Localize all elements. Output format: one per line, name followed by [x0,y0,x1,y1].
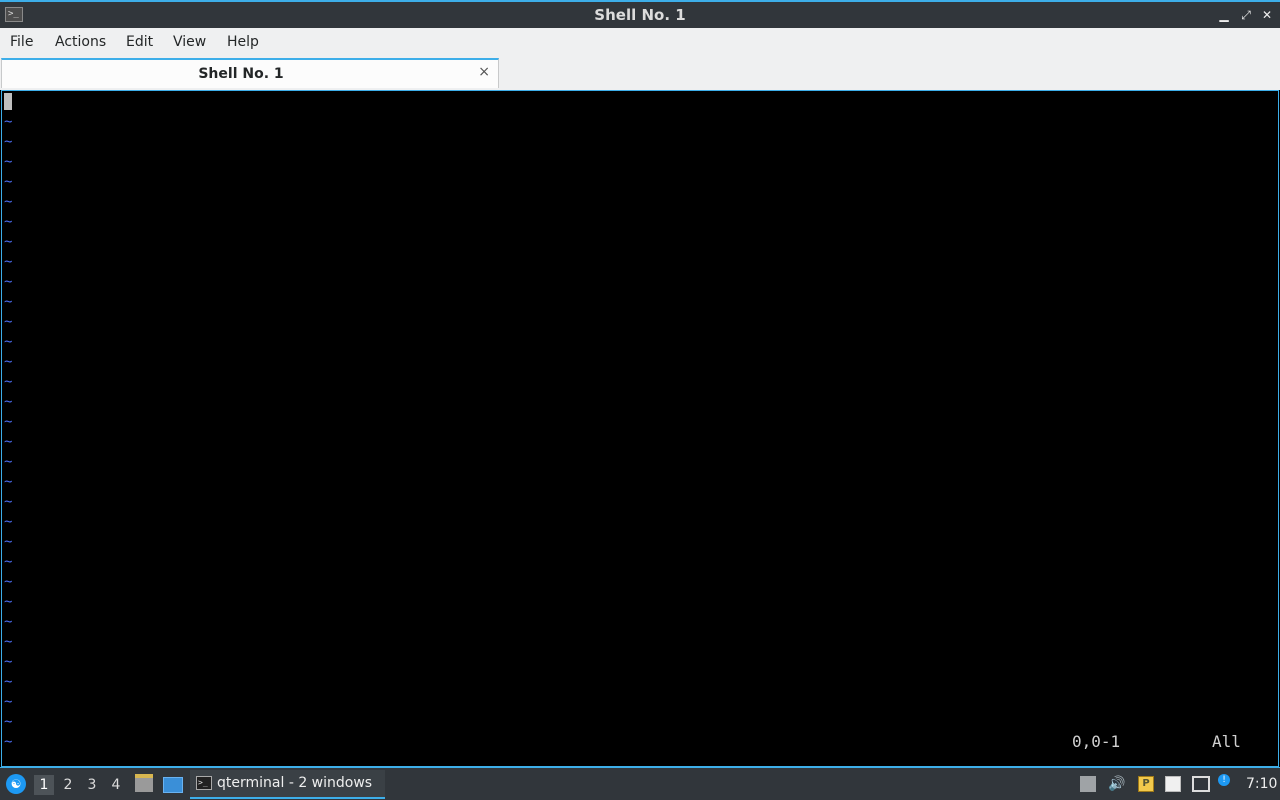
menu-bar: File Actions Edit View Help [0,28,1280,56]
scroll-indicator: All [1212,732,1241,751]
menu-edit[interactable]: Edit [126,34,153,50]
menu-help[interactable]: Help [227,34,259,50]
clipboard-icon[interactable]: P [1138,776,1154,792]
tilde-line: ~ [4,634,13,650]
notification-icon[interactable]: ! [1218,774,1230,786]
tilde-line: ~ [4,514,13,530]
tilde-line: ~ [4,294,13,310]
tilde-line: ~ [4,234,13,250]
tilde-line: ~ [4,654,13,670]
menu-view[interactable]: View [173,34,206,50]
tab-bar: Shell No. 1 × [0,56,1280,90]
tilde-line: ~ [4,134,13,150]
empty-line-markers: ~ ~ ~ ~ ~ ~ ~ ~ ~ ~ ~ ~ ~ ~ ~ ~ ~ ~ ~ ~ ~ ~ ~ ~ ~ ~ ~ ~ ~ ~ ~ ~ [4,112,18,752]
tilde-line: ~ [4,714,13,730]
tilde-line: ~ [4,374,13,390]
tilde-line: ~ [4,114,13,130]
taskbar-task-qterminal[interactable]: >_ qterminal - 2 windows [190,770,385,799]
task-label: qterminal - 2 windows [217,775,373,791]
minimize-button[interactable]: ▁ [1216,7,1232,23]
window-title: Shell No. 1 [594,6,686,24]
tilde-line: ~ [4,694,13,710]
tab-shell-1[interactable]: Shell No. 1 × [1,58,499,88]
tilde-line: ~ [4,394,13,410]
tilde-line: ~ [4,674,13,690]
tilde-line: ~ [4,554,13,570]
terminal-task-icon: >_ [196,776,212,790]
keyboard-icon[interactable] [1080,776,1096,792]
tilde-line: ~ [4,434,13,450]
tilde-line: ~ [4,274,13,290]
volume-icon[interactable]: 🔊 [1108,776,1125,792]
menu-actions[interactable]: Actions [55,34,106,50]
tilde-line: ~ [4,214,13,230]
workspace-4[interactable]: 4 [106,775,126,795]
tilde-line: ~ [4,494,13,510]
tilde-line: ~ [4,334,13,350]
workspace-2[interactable]: 2 [58,775,78,795]
tilde-line: ~ [4,254,13,270]
tilde-line: ~ [4,614,13,630]
clock[interactable]: 7:10 [1246,776,1277,792]
tilde-line: ~ [4,574,13,590]
tilde-line: ~ [4,194,13,210]
network-icon[interactable] [1192,776,1210,792]
terminal-view[interactable]: ~ ~ ~ ~ ~ ~ ~ ~ ~ ~ ~ ~ ~ ~ ~ ~ ~ ~ ~ ~ ~ ~ ~ ~ ~ ~ ~ ~ ~ ~ ~ ~ 0,0-1 A… [1,90,1279,767]
maximize-button[interactable]: ⤢ [1238,7,1254,23]
tilde-line: ~ [4,594,13,610]
start-menu-icon[interactable]: ☯ [6,774,26,794]
cursor-position: 0,0-1 [1072,732,1121,751]
tilde-line: ~ [4,314,13,330]
text-cursor [4,93,12,110]
tilde-line: ~ [4,354,13,370]
show-desktop-icon[interactable] [163,777,183,793]
tab-close-icon[interactable]: × [478,64,490,80]
window-titlebar[interactable]: >_ Shell No. 1 ▁ ⤢ ✕ [0,0,1280,28]
notes-icon[interactable] [1165,776,1181,792]
tilde-line: ~ [4,734,13,750]
tab-label: Shell No. 1 [198,66,284,82]
tilde-line: ~ [4,174,13,190]
tilde-line: ~ [4,414,13,430]
workspace-1[interactable]: 1 [34,775,54,795]
tilde-line: ~ [4,534,13,550]
close-window-button[interactable]: ✕ [1259,7,1275,23]
tilde-line: ~ [4,474,13,490]
tilde-line: ~ [4,454,13,470]
taskbar: ☯ 1 2 3 4 >_ qterminal - 2 windows 🔊 P !… [0,767,1280,800]
tilde-line: ~ [4,154,13,170]
file-manager-icon[interactable] [135,774,153,792]
menu-file[interactable]: File [10,34,33,50]
workspace-3[interactable]: 3 [82,775,102,795]
